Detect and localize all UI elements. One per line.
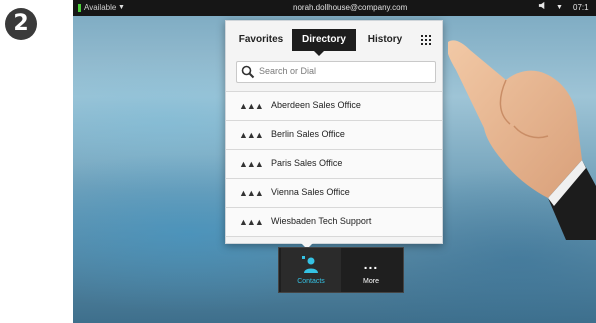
step-number-badge: 2 — [5, 8, 37, 40]
status-bar: Available ▼ norah.dollhouse@company.com … — [73, 0, 596, 16]
list-item-label: Berlin Sales Office — [271, 129, 345, 139]
more-button[interactable]: ... More — [341, 248, 401, 292]
clock: 07:1 — [573, 3, 589, 12]
contacts-button[interactable]: Contacts — [281, 248, 341, 292]
list-item[interactable]: ▲▲▲ Aberdeen Sales Office — [226, 91, 442, 120]
list-item[interactable]: ▲▲▲ Vienna Sales Office — [226, 178, 442, 207]
contacts-tabs: Favorites Directory History — [232, 29, 436, 51]
active-tab-pointer — [314, 51, 324, 56]
list-item-label: Vienna Sales Office — [271, 187, 350, 197]
list-item-label: Paris Sales Office — [271, 158, 343, 168]
presence-status[interactable]: Available — [84, 0, 116, 16]
speaker-icon[interactable] — [538, 0, 547, 16]
list-item[interactable]: ▲▲▲ Berlin Sales Office — [226, 120, 442, 149]
search-placeholder: Search or Dial — [259, 66, 317, 76]
contacts-panel: Favorites Directory History Search or Di… — [225, 20, 443, 244]
pointing-hand-icon — [448, 40, 596, 240]
contacts-label: Contacts — [297, 278, 325, 285]
group-icon: ▲▲▲ — [239, 188, 264, 198]
more-label: More — [363, 278, 379, 285]
bottom-dock: Contacts ... More — [278, 247, 404, 293]
tab-favorites[interactable]: Favorites — [232, 29, 290, 51]
more-icon: ... — [363, 256, 379, 272]
group-icon: ▲▲▲ — [239, 159, 264, 169]
search-icon — [241, 65, 255, 79]
group-icon: ▲▲▲ — [239, 101, 264, 111]
tab-history[interactable]: History — [360, 29, 410, 51]
contacts-icon — [302, 256, 318, 273]
touch-panel-screen: Available ▼ norah.dollhouse@company.com … — [73, 0, 596, 323]
search-input[interactable]: Search or Dial — [236, 61, 436, 83]
list-item-label: Aberdeen Sales Office — [271, 100, 361, 110]
list-item-label: Wiesbaden Tech Support — [271, 216, 372, 226]
group-icon: ▲▲▲ — [239, 130, 264, 140]
tab-directory[interactable]: Directory — [292, 29, 356, 51]
keypad-icon[interactable] — [416, 29, 436, 51]
list-item[interactable]: ▲▲▲ Wiesbaden Tech Support — [226, 207, 442, 237]
group-icon: ▲▲▲ — [239, 217, 264, 227]
account-email: norah.dollhouse@company.com — [293, 3, 408, 12]
list-item[interactable]: ▲▲▲ Paris Sales Office — [226, 149, 442, 178]
directory-list: ▲▲▲ Aberdeen Sales Office ▲▲▲ Berlin Sal… — [226, 91, 442, 237]
volume-caret-icon[interactable]: ▼ — [556, 0, 563, 16]
presence-caret-icon[interactable]: ▼ — [118, 0, 125, 16]
presence-indicator — [78, 4, 81, 12]
